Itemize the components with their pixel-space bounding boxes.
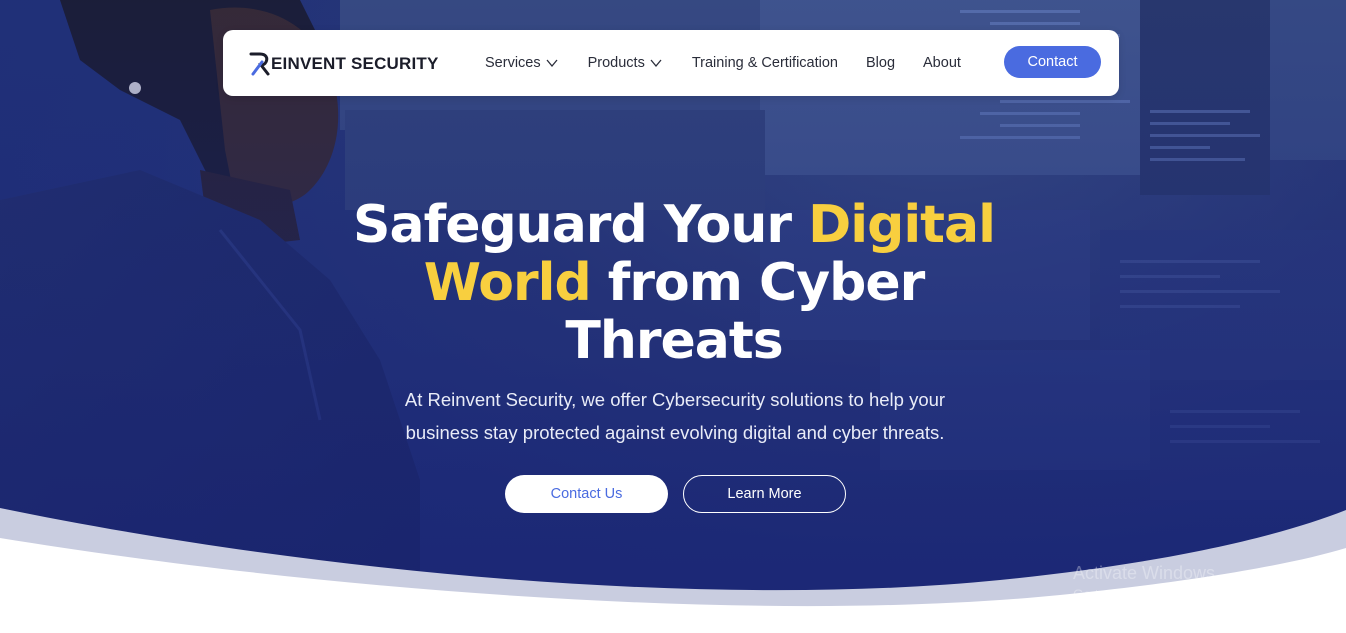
nav-menu: Services Products Training & Certificati… bbox=[485, 30, 961, 96]
headline-highlight: World bbox=[423, 253, 592, 313]
nav-item-label: Blog bbox=[865, 55, 896, 71]
nav-item-products[interactable]: Products bbox=[588, 55, 662, 71]
nav-item-services[interactable]: Services bbox=[485, 55, 558, 71]
headline-part: Safeguard Your bbox=[353, 195, 809, 255]
contact-button[interactable]: Contact bbox=[1004, 46, 1101, 78]
nav-item-about[interactable]: About bbox=[923, 55, 961, 71]
watermark-title: Activate Windows bbox=[1073, 563, 1216, 583]
nav-item-training[interactable]: Training & Certification bbox=[692, 55, 838, 71]
top-navbar: EINVENT SECURITY Services Products Train… bbox=[223, 30, 1119, 96]
nav-item-label: Training & Certification bbox=[691, 55, 838, 71]
headline-part: Threats bbox=[565, 311, 783, 371]
learn-more-button[interactable]: Learn More bbox=[683, 475, 846, 513]
hero-headline: Safeguard Your Digital World from Cyber … bbox=[300, 196, 1048, 370]
logo-r-mark-icon bbox=[249, 52, 270, 76]
nav-item-blog[interactable]: Blog bbox=[866, 55, 895, 71]
nav-item-label: Products bbox=[587, 55, 645, 71]
headline-part: from Cyber bbox=[590, 253, 925, 313]
brand-logo[interactable]: EINVENT SECURITY bbox=[249, 52, 439, 76]
brand-name: EINVENT SECURITY bbox=[271, 54, 439, 73]
nav-item-label: About bbox=[923, 55, 961, 71]
watermark-subtitle: Go to Settings to activate Windows. bbox=[1073, 587, 1287, 602]
hero-subtitle: At Reinvent Security, we offer Cybersecu… bbox=[330, 383, 1020, 449]
contact-us-button[interactable]: Contact Us bbox=[505, 475, 668, 513]
subtitle-line: At Reinvent Security, we offer Cybersecu… bbox=[404, 389, 946, 410]
nav-item-label: Services bbox=[485, 55, 541, 71]
subtitle-line: business stay protected against evolving… bbox=[405, 422, 945, 443]
windows-activation-watermark: Activate Windows Go to Settings to activ… bbox=[1073, 562, 1286, 606]
chevron-down-icon bbox=[650, 59, 662, 67]
chevron-down-icon bbox=[546, 59, 558, 67]
headline-highlight: Digital bbox=[808, 195, 996, 255]
